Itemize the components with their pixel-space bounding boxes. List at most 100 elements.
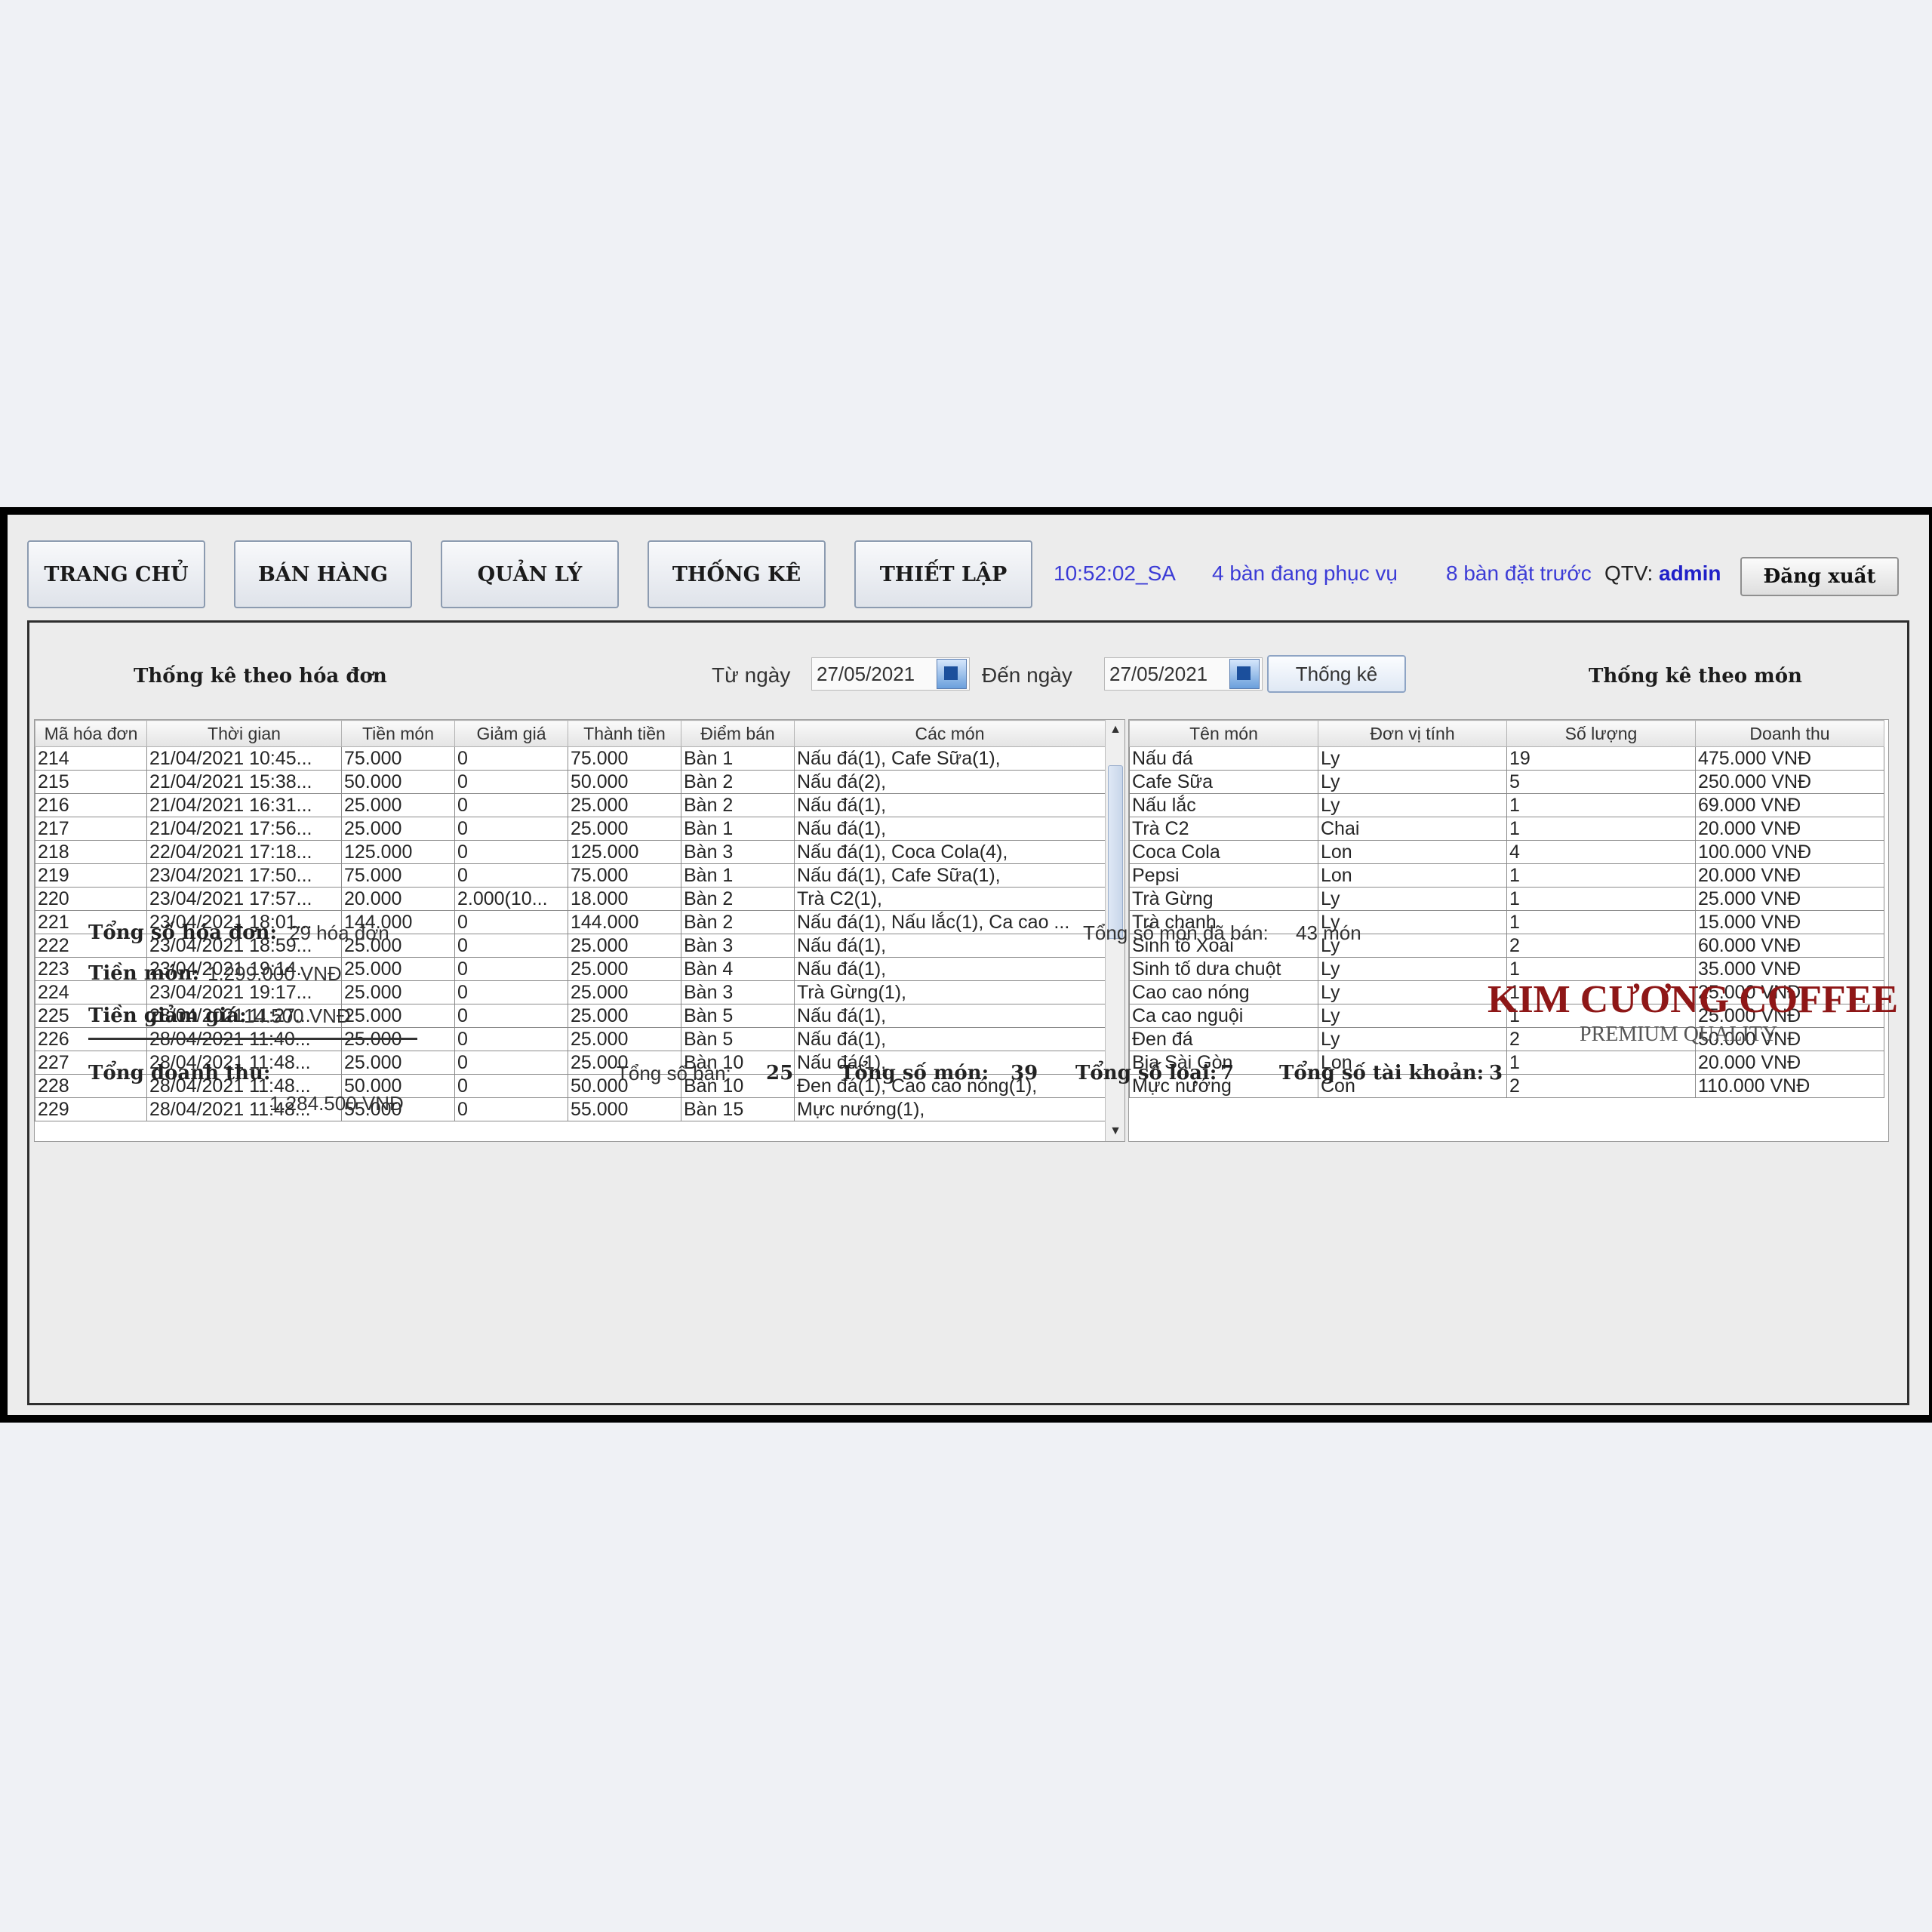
revenue-label: Tổng doanh thu: — [88, 1062, 271, 1084]
table-cell: 25.000 — [568, 934, 681, 958]
table-cell: 75.000 — [341, 746, 455, 771]
table-cell: Coca Cola — [1129, 840, 1318, 864]
table-row[interactable]: Trà C2 Chai 1 20.000 VNĐ — [1129, 817, 1884, 841]
table-row[interactable]: 219 23/04/2021 17:50... 75.000 0 75.000 Bàn 1… — [35, 863, 1106, 888]
item-col-header[interactable]: Đơn vị tính — [1318, 720, 1507, 747]
scroll-up-icon[interactable]: ▲ — [1106, 720, 1124, 740]
table-row[interactable]: 217 21/04/2021 17:56... 25.000 0 25.000 Bàn 1… — [35, 817, 1106, 841]
table-cell: 25.000 — [568, 1027, 681, 1051]
table-cell: Nấu đá(2), — [794, 770, 1106, 794]
table-cell: 216 — [35, 793, 147, 817]
table-cell: Ca cao nguội — [1129, 1004, 1318, 1028]
window-content: TRANG CHỦ BÁN HÀNG QUẢN LÝ THỐNG KÊ THIẾ… — [8, 515, 1929, 1415]
table-cell: Ly — [1318, 770, 1507, 794]
invoice-col-header[interactable]: Thời gian — [146, 720, 342, 747]
invoice-col-header[interactable]: Tiền món — [341, 720, 455, 747]
calendar-icon[interactable] — [937, 659, 967, 689]
nav-home-button[interactable]: TRANG CHỦ — [27, 540, 205, 608]
table-cell: Bàn 1 — [681, 746, 795, 771]
item-money-label: Tiền món: — [88, 962, 200, 985]
run-stats-button[interactable]: Thống kê — [1267, 655, 1406, 693]
table-cell: Nấu đá(1), — [794, 934, 1106, 958]
accounts-value: 3 — [1489, 1062, 1503, 1084]
table-row[interactable]: 220 23/04/2021 17:57... 20.000 2.000(10... 1… — [35, 887, 1106, 911]
table-cell: 20.000 VNĐ — [1695, 817, 1884, 841]
table-cell: Nấu đá(1), Cafe Sữa(1), — [794, 746, 1106, 771]
invoice-col-header[interactable]: Giảm giá — [454, 720, 568, 747]
table-cell: 75.000 — [568, 746, 681, 771]
table-cell: Bàn 1 — [681, 817, 795, 841]
dishes-value: 39 — [1011, 1062, 1038, 1084]
table-cell: 219 — [35, 863, 147, 888]
table-cell: Ly — [1318, 957, 1507, 981]
table-cell: Bàn 2 — [681, 770, 795, 794]
table-cell: 215 — [35, 770, 147, 794]
table-cell: 218 — [35, 840, 147, 864]
table-row[interactable]: Mực nướng Con 2 110.000 VNĐ — [1129, 1074, 1884, 1098]
nav-settings-button[interactable]: THIẾT LẬP — [854, 540, 1032, 608]
table-cell: Nấu đá(1), Coca Cola(4), — [794, 840, 1106, 864]
table-cell: Bàn 3 — [681, 980, 795, 1004]
table-row[interactable]: Pepsi Lon 1 20.000 VNĐ — [1129, 863, 1884, 888]
invoice-col-header[interactable]: Các món — [794, 720, 1106, 747]
table-cell: 220 — [35, 887, 147, 911]
table-cell: 214 — [35, 746, 147, 771]
clock-label: 10:52:02_SA — [1054, 561, 1176, 585]
invoice-col-header[interactable]: Mã hóa đơn — [35, 720, 147, 747]
item-col-header[interactable]: Doanh thu — [1695, 720, 1884, 747]
table-cell: 0 — [454, 910, 568, 934]
invoice-count-value: 29 hóa đơn — [289, 921, 389, 944]
reserved-tables-label: 8 bàn đặt trước — [1446, 561, 1592, 585]
statistics-panel: Thống kê theo hóa đơn Từ ngày 27/05/2021… — [27, 620, 1909, 1405]
scroll-thumb[interactable] — [1108, 765, 1123, 939]
nav-sales-button[interactable]: BÁN HÀNG — [234, 540, 412, 608]
table-cell: Bàn 15 — [681, 1097, 795, 1121]
table-cell: 22/04/2021 17:18... — [146, 840, 342, 864]
item-col-header[interactable]: Số lượng — [1506, 720, 1696, 747]
table-row[interactable]: Trà Gừng Ly 1 25.000 VNĐ — [1129, 887, 1884, 911]
table-cell: 1 — [1506, 863, 1696, 888]
table-cell: 0 — [454, 840, 568, 864]
table-cell: 144.000 — [568, 910, 681, 934]
table-cell: Nấu đá(1), — [794, 1004, 1106, 1028]
from-date-label: Từ ngày — [712, 663, 791, 687]
table-cell: 217 — [35, 817, 147, 841]
table-cell: 20.000 VNĐ — [1695, 863, 1884, 888]
brand-tagline: PREMIUM QUALITY — [1580, 1023, 1778, 1046]
item-col-header[interactable]: Tên món — [1129, 720, 1318, 747]
table-cell: 25.000 — [341, 1004, 455, 1028]
scroll-down-icon[interactable]: ▼ — [1106, 1121, 1124, 1141]
nav-stats-button[interactable]: THỐNG KÊ — [648, 540, 826, 608]
table-row[interactable]: 215 21/04/2021 15:38... 50.000 0 50.000 Bàn 2… — [35, 770, 1106, 794]
table-row[interactable]: 229 28/04/2021 11:48... 55.000 0 55.000 Bàn 1… — [35, 1097, 1106, 1121]
logout-button[interactable]: Đăng xuất — [1740, 557, 1899, 596]
table-cell: 50.000 — [341, 770, 455, 794]
nav-manage-button[interactable]: QUẢN LÝ — [441, 540, 619, 608]
table-row[interactable]: Nấu lắc Ly 1 69.000 VNĐ — [1129, 793, 1884, 817]
invoice-col-header[interactable]: Điểm bán — [681, 720, 795, 747]
calendar-icon[interactable] — [1229, 659, 1260, 689]
table-row[interactable]: Bia Sài Gòn Lon 1 20.000 VNĐ — [1129, 1051, 1884, 1075]
table-cell: 25.000 — [341, 957, 455, 981]
table-cell: 0 — [454, 1004, 568, 1028]
table-cell: 229 — [35, 1097, 147, 1121]
table-cell: 100.000 VNĐ — [1695, 840, 1884, 864]
table-row[interactable]: 218 22/04/2021 17:18... 125.000 0 125.000 Bàn… — [35, 840, 1106, 864]
table-row[interactable]: Nấu đá Ly 19 475.000 VNĐ — [1129, 746, 1884, 771]
table-cell: Chai — [1318, 817, 1507, 841]
item-stats-title: Thống kê theo món — [1589, 665, 1802, 688]
table-row[interactable]: Cafe Sữa Ly 5 250.000 VNĐ — [1129, 770, 1884, 794]
table-cell: Trà Gừng(1), — [794, 980, 1106, 1004]
table-cell: Trà Gừng — [1129, 887, 1318, 911]
table-cell: 0 — [454, 863, 568, 888]
table-cell: 21/04/2021 17:56... — [146, 817, 342, 841]
table-row[interactable]: 214 21/04/2021 10:45... 75.000 0 75.000 Bàn 1… — [35, 746, 1106, 771]
table-cell: Nấu đá — [1129, 746, 1318, 771]
table-cell: Nấu đá(1), — [794, 957, 1106, 981]
table-row[interactable]: 216 21/04/2021 16:31... 25.000 0 25.000 Bàn 2… — [35, 793, 1106, 817]
table-row[interactable]: Coca Cola Lon 4 100.000 VNĐ — [1129, 840, 1884, 864]
table-cell: 21/04/2021 16:31... — [146, 793, 342, 817]
table-cell: 18.000 — [568, 887, 681, 911]
table-cell: 23/04/2021 17:57... — [146, 887, 342, 911]
invoice-col-header[interactable]: Thành tiền — [568, 720, 681, 747]
